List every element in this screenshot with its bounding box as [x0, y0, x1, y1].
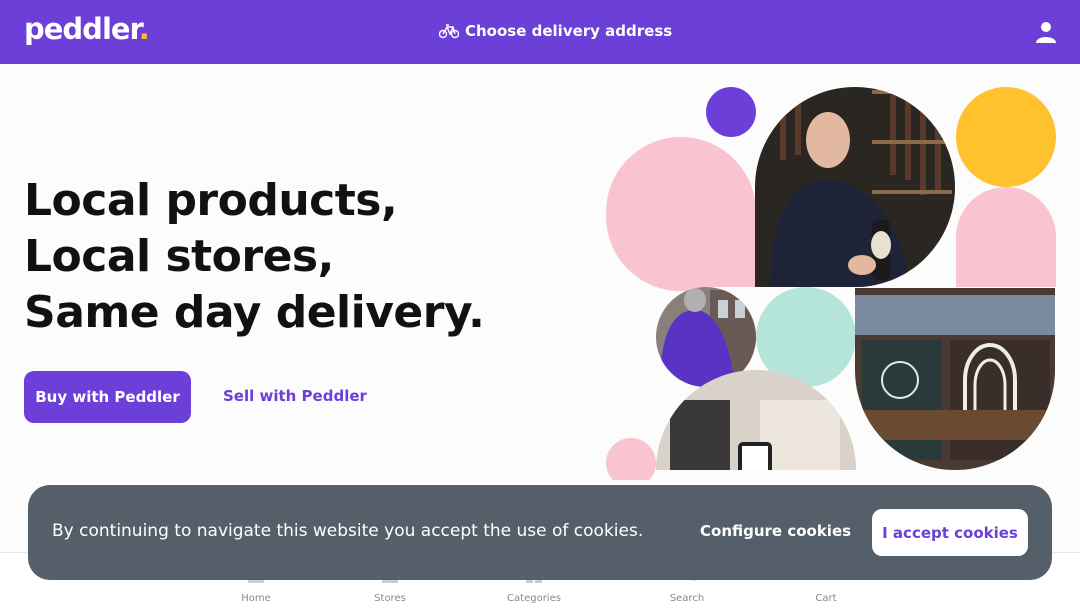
headline-line: Same day delivery.	[24, 287, 485, 338]
user-icon[interactable]	[1034, 20, 1058, 44]
phone-app-photo	[656, 370, 856, 470]
choose-delivery-address-button[interactable]: Choose delivery address	[439, 22, 672, 40]
pink-right-shape	[956, 187, 1056, 287]
configure-cookies-button[interactable]: Configure cookies	[700, 522, 851, 540]
wine-shop-owner-photo	[755, 87, 955, 287]
small-pink-circle	[606, 438, 656, 480]
accept-cookies-button[interactable]: I accept cookies	[872, 509, 1028, 556]
peddler-logo[interactable]: peddler.	[24, 12, 150, 46]
yellow-circle	[956, 87, 1056, 187]
headline-line: Local products,	[24, 175, 398, 226]
purple-circle	[706, 87, 756, 137]
sell-with-peddler-link[interactable]: Sell with Peddler	[223, 387, 367, 405]
cookie-message: By continuing to navigate this website y…	[52, 521, 644, 541]
hero-collage	[600, 80, 1080, 480]
delivery-address-label: Choose delivery address	[465, 22, 673, 40]
bicycle-icon	[439, 24, 459, 39]
kaasbar-storefront-photo	[855, 288, 1055, 470]
collage-artwork	[606, 87, 1056, 480]
top-bar: peddler. Choose delivery address	[0, 0, 1080, 64]
headline-line: Local stores,	[24, 231, 334, 282]
cookie-banner: By continuing to navigate this website y…	[28, 485, 1052, 580]
buy-with-peddler-button[interactable]: Buy with Peddler	[24, 371, 191, 423]
pink-blob	[606, 137, 756, 287]
hero-headline: Local products, Local stores, Same day d…	[24, 173, 485, 341]
